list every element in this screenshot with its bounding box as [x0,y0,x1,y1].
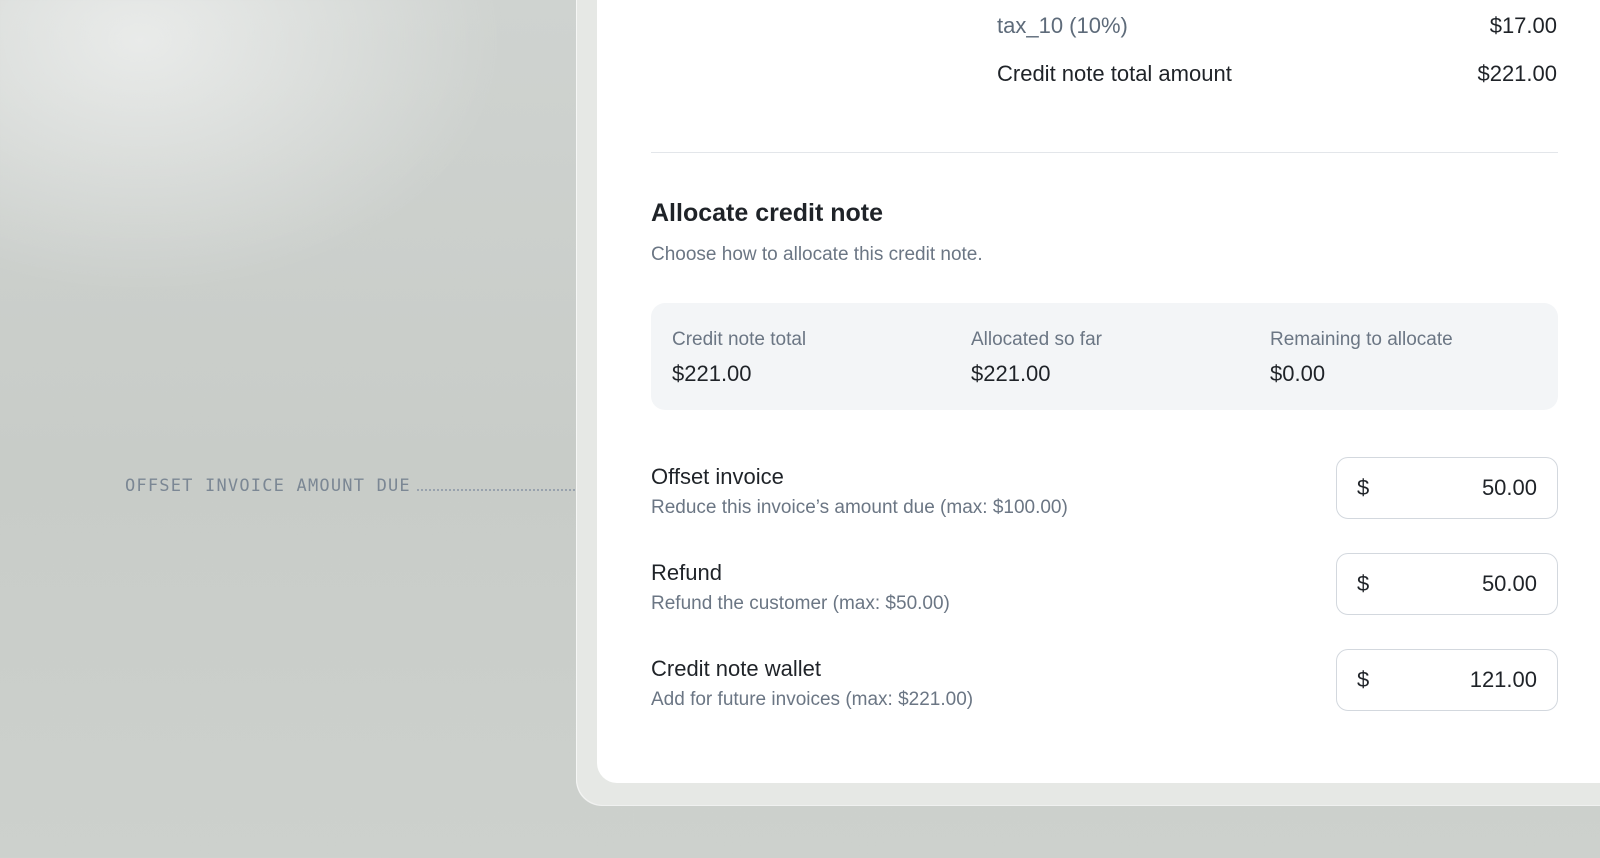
allocation-summary-card: Credit note total $221.00 Allocated so f… [651,303,1558,410]
currency-symbol: $ [1357,571,1370,596]
allocation-row-offset-invoice: Offset invoice Reduce this invoice’s amo… [651,457,1558,526]
allocation-title: Refund [651,560,722,585]
allocation-row-credit-note-wallet: Credit note wallet Add for future invoic… [651,649,1558,718]
offset-invoice-amount-field[interactable]: $ [1336,457,1558,519]
credit-note-total-line: Credit note total amount $221.00 [997,61,1557,87]
allocation-description: Reduce this invoice’s amount due (max: $… [651,497,1068,518]
section-divider [651,152,1558,153]
tax-amount: $17.00 [1489,13,1557,38]
stat-value: $0.00 [1270,361,1326,386]
credit-note-total-label: Credit note total amount [997,61,1232,86]
credit-note-wallet-amount-input[interactable] [1369,667,1537,693]
offset-invoice-amount-input[interactable] [1369,475,1537,501]
stat-label: Credit note total [672,329,807,350]
tax-label: tax_10 (10%) [997,13,1128,38]
stat-remaining-to-allocate: Remaining to allocate $0.00 [1270,329,1453,387]
stat-credit-note-total: Credit note total $221.00 [672,329,806,387]
allocation-description: Refund the customer (max: $50.00) [651,593,950,614]
credit-note-total-amount: $221.00 [1477,61,1557,86]
refund-amount-input[interactable] [1369,571,1537,597]
annotation-callout: OFFSET INVOICE AMOUNT DUE [125,476,411,496]
allocate-section-title: Allocate credit note [651,199,883,227]
stat-value: $221.00 [672,361,752,386]
allocation-title: Offset invoice [651,464,784,489]
credit-note-wallet-amount-field[interactable]: $ [1336,649,1558,711]
stat-label: Allocated so far [971,329,1102,350]
currency-symbol: $ [1357,667,1370,692]
tax-line: tax_10 (10%) $17.00 [997,13,1557,39]
allocate-section-subtitle: Choose how to allocate this credit note. [651,244,983,265]
annotation-label: OFFSET INVOICE AMOUNT DUE [125,476,411,496]
allocation-description: Add for future invoices (max: $221.00) [651,689,974,710]
stat-allocated-so-far: Allocated so far $221.00 [971,329,1102,387]
allocation-row-refund: Refund Refund the customer (max: $50.00)… [651,553,1558,622]
currency-symbol: $ [1357,475,1370,500]
allocation-title: Credit note wallet [651,656,821,681]
stat-value: $221.00 [971,361,1051,386]
stat-label: Remaining to allocate [1270,329,1453,350]
refund-amount-field[interactable]: $ [1336,553,1558,615]
